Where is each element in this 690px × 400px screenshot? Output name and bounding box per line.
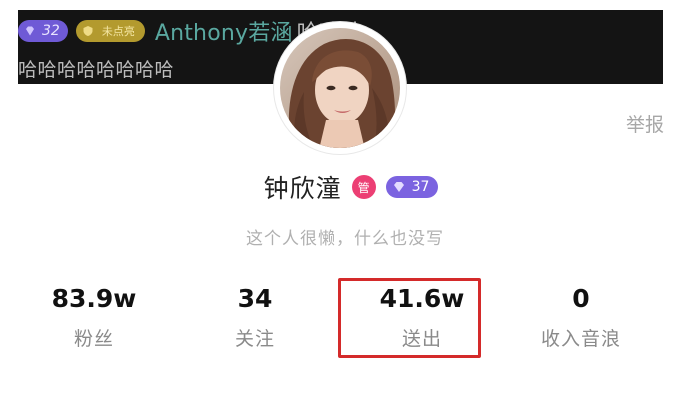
stat-value: 83.9w <box>51 284 137 313</box>
chat-message-continuation: 哈哈哈哈哈哈哈哈 <box>18 54 174 82</box>
fan-club-badge: 未点亮 <box>75 20 145 42</box>
stat-income[interactable]: 0 收入音浪 <box>511 282 651 352</box>
report-button[interactable]: 举报 <box>626 110 664 137</box>
stat-label: 粉丝 <box>73 328 114 350</box>
fan-badge-icon <box>83 26 93 36</box>
stat-followers[interactable]: 83.9w 粉丝 <box>24 282 164 352</box>
diamond-icon <box>393 182 404 192</box>
chat-user-level: 32 <box>42 23 60 39</box>
user-level-badge: 37 <box>385 176 439 198</box>
avatar[interactable] <box>274 22 406 154</box>
stat-value: 34 <box>237 284 273 313</box>
profile-card-screen: 32 未点亮 Anthony若涵 哈哈哈 哈哈哈哈哈哈哈哈 举报 <box>0 0 690 400</box>
highlight-box <box>338 278 481 358</box>
user-level: 37 <box>411 179 430 195</box>
fan-badge-label: 未点亮 <box>101 25 135 38</box>
stat-label: 收入音浪 <box>540 328 621 350</box>
stat-value: 0 <box>572 284 590 313</box>
profile-bio: 这个人很懒，什么也没写 <box>246 229 444 249</box>
chat-username[interactable]: Anthony若涵 <box>155 15 293 47</box>
user-avatar-photo-icon <box>276 24 404 152</box>
chat-user-level-badge: 32 <box>18 20 68 42</box>
chat-message-text: 哈哈哈哈哈哈哈哈 <box>18 58 175 81</box>
admin-badge: 管 <box>351 175 376 199</box>
stat-label: 关注 <box>234 328 275 350</box>
stat-following[interactable]: 34 关注 <box>185 282 325 352</box>
profile-name: 钟欣潼 <box>263 174 342 203</box>
profile-name-row: 钟欣潼 管 37 <box>0 170 690 204</box>
diamond-icon <box>26 26 34 36</box>
